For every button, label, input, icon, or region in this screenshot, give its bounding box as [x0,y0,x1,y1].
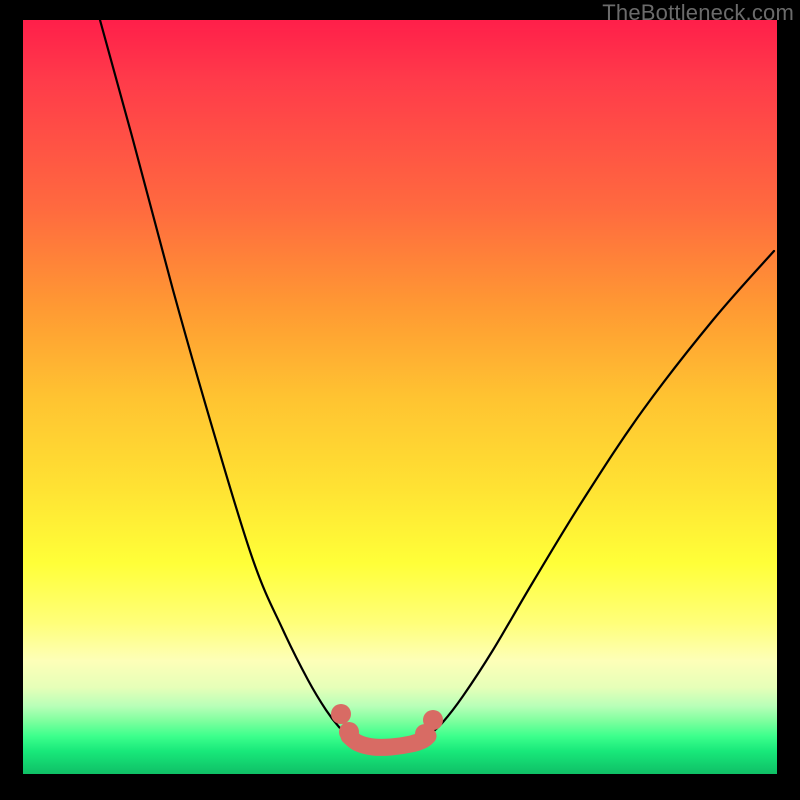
highlight-dot [339,722,359,742]
curve-right-branch [428,251,774,736]
highlight-dots [331,704,443,744]
highlight-dot [423,710,443,730]
curve-overlay [23,20,777,774]
highlight-dot [331,704,351,724]
curve-left-branch [100,20,349,736]
